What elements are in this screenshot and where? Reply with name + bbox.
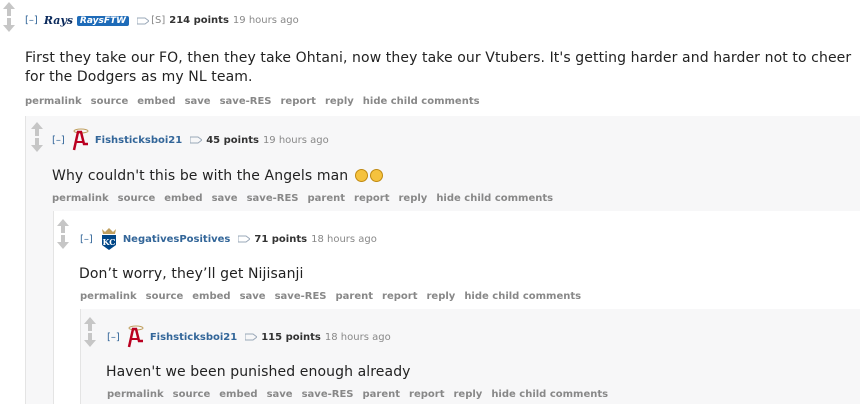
save-res-button[interactable]: save-RES xyxy=(275,291,327,302)
save-res-button[interactable]: save-RES xyxy=(247,193,299,204)
comment-buttons: permalink source embed save save-RES par… xyxy=(80,291,590,302)
collapse-toggle[interactable]: [–] xyxy=(80,234,93,245)
timestamp: 19 hours ago xyxy=(262,134,329,146)
timestamp: 18 hours ago xyxy=(311,233,377,245)
author-link[interactable]: NegativesPositives xyxy=(123,234,231,245)
comment-buttons: permalink source embed save save-RES par… xyxy=(107,389,617,400)
author-link[interactable]: RaysFTW xyxy=(76,15,130,26)
pensive-face-icon xyxy=(354,169,368,182)
angels-logo-icon xyxy=(127,325,144,348)
tag-icon xyxy=(190,136,203,144)
collapse-toggle[interactable]: [–] xyxy=(52,135,65,146)
source-button[interactable]: source xyxy=(146,291,184,302)
royals-logo-icon: KC xyxy=(101,228,116,250)
score: 45 points xyxy=(206,134,259,146)
res-tag[interactable]: [S] xyxy=(137,15,165,26)
score: 115 points xyxy=(261,331,321,343)
hide-child-comments-button[interactable]: hide child comments xyxy=(464,291,581,302)
tag-icon xyxy=(245,333,258,341)
report-button[interactable]: report xyxy=(409,389,444,400)
permalink-button[interactable]: permalink xyxy=(80,291,137,302)
save-button[interactable]: save xyxy=(267,389,293,400)
comment-body: Don’t worry, they’ll get Nijisanji xyxy=(79,266,304,282)
permalink-button[interactable]: permalink xyxy=(107,389,164,400)
timestamp: 19 hours ago xyxy=(232,15,299,26)
upvote-icon[interactable] xyxy=(57,219,69,233)
downvote-icon[interactable] xyxy=(84,333,96,347)
author-link[interactable]: Fishsticksboi21 xyxy=(95,135,182,146)
permalink-button[interactable]: permalink xyxy=(25,96,82,107)
report-button[interactable]: report xyxy=(280,96,315,107)
tag-icon xyxy=(137,17,150,24)
comment-text: Why couldn't this be with the Angels man xyxy=(52,168,349,184)
permalink-button[interactable]: permalink xyxy=(52,193,109,204)
embed-button[interactable]: embed xyxy=(164,193,202,204)
embed-button[interactable]: embed xyxy=(137,96,175,107)
reply-button[interactable]: reply xyxy=(426,291,455,302)
hide-child-comments-button[interactable]: hide child comments xyxy=(491,389,608,400)
source-button[interactable]: source xyxy=(173,389,211,400)
embed-button[interactable]: embed xyxy=(192,291,230,302)
collapse-toggle[interactable]: [–] xyxy=(25,15,38,26)
hide-child-comments-button[interactable]: hide child comments xyxy=(436,193,553,204)
res-tag[interactable] xyxy=(245,333,258,341)
report-button[interactable]: report xyxy=(354,193,389,204)
res-tag[interactable] xyxy=(190,136,203,144)
svg-text:KC: KC xyxy=(102,237,115,247)
author-link[interactable]: Fishsticksboi21 xyxy=(150,332,237,343)
score: 214 points xyxy=(169,15,229,26)
vote-arrows xyxy=(31,122,45,152)
save-button[interactable]: save xyxy=(212,193,238,204)
comment-4: [–] Fishsticksboi21 115 points 18 hours … xyxy=(80,309,860,404)
downvote-icon[interactable] xyxy=(57,235,69,249)
comment-tagline: [–] KC NegativesPositives 71 points 18 h… xyxy=(80,227,377,251)
source-button[interactable]: source xyxy=(118,193,156,204)
save-res-button[interactable]: save-RES xyxy=(302,389,354,400)
collapse-toggle[interactable]: [–] xyxy=(107,332,120,343)
vote-arrows xyxy=(57,219,71,249)
comment-body: First they take our FO, then they take O… xyxy=(25,50,852,85)
comment-buttons: permalink source embed save save-RES rep… xyxy=(25,96,489,107)
downvote-icon[interactable] xyxy=(31,138,43,152)
comment-body: Why couldn't this be with the Angels man xyxy=(52,167,383,186)
comment-tagline: [–] Fishsticksboi21 115 points 18 hours … xyxy=(107,325,391,349)
save-button[interactable]: save xyxy=(240,291,266,302)
comment-tagline: [–] Rays RaysFTW [S] 214 points 19 hours… xyxy=(25,14,299,27)
report-button[interactable]: report xyxy=(382,291,417,302)
upvote-icon[interactable] xyxy=(31,122,43,136)
parent-button[interactable]: parent xyxy=(335,291,373,302)
rays-logo-icon: Rays xyxy=(43,14,73,27)
pensive-face-icon xyxy=(369,169,383,182)
parent-button[interactable]: parent xyxy=(362,389,400,400)
save-button[interactable]: save xyxy=(185,96,211,107)
angels-logo-icon xyxy=(72,128,89,151)
score: 71 points xyxy=(254,233,308,245)
res-tag[interactable] xyxy=(238,235,251,243)
downvote-icon[interactable] xyxy=(3,18,15,32)
hide-child-comments-button[interactable]: hide child comments xyxy=(363,96,480,107)
upvote-icon[interactable] xyxy=(3,2,15,16)
reply-button[interactable]: reply xyxy=(325,96,354,107)
timestamp: 18 hours ago xyxy=(324,331,391,343)
vote-arrows xyxy=(3,2,17,32)
save-res-button[interactable]: save-RES xyxy=(220,96,272,107)
reply-button[interactable]: reply xyxy=(453,389,482,400)
vote-arrows xyxy=(84,317,98,347)
upvote-icon[interactable] xyxy=(84,317,96,331)
embed-button[interactable]: embed xyxy=(219,389,257,400)
parent-button[interactable]: parent xyxy=(307,193,345,204)
source-button[interactable]: source xyxy=(91,96,129,107)
tag-icon xyxy=(238,235,251,243)
res-tag-label: [S] xyxy=(151,15,166,26)
comment-tagline: [–] Fishsticksboi21 45 points 19 hours a… xyxy=(52,128,329,152)
comment-body: Haven't we been punished enough already xyxy=(106,364,411,380)
comment-buttons: permalink source embed save save-RES par… xyxy=(52,193,562,204)
reply-button[interactable]: reply xyxy=(398,193,427,204)
